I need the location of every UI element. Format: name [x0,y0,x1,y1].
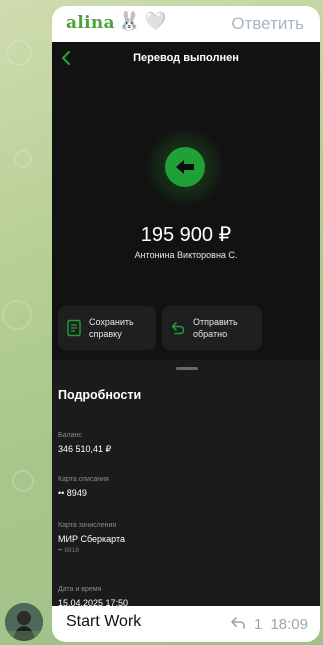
avatar-photo [5,603,43,641]
recipient-name: Антонина Викторовна С. [134,250,238,260]
message-meta: 1 18:09 [230,616,308,633]
drag-handle[interactable] [176,367,198,370]
wallpaper-doodle [2,300,32,330]
message-footer: Start Work 1 18:09 [52,606,320,642]
bunny-emoji: 🐰 [118,11,141,32]
credit-card-value: МИР Сберкарта [58,534,126,544]
debit-card-label: Карта списания [58,476,109,483]
left-arrow-icon [176,160,194,174]
balance-value: 346 510,41 ₽ [58,444,112,454]
message-time: 18:09 [270,616,308,633]
datetime-label: Дата и время [58,586,102,593]
transfer-topbar: Перевод выполнен [52,42,320,76]
return-arrow-icon [171,322,185,335]
save-receipt-label: Сохранить справку [89,317,134,339]
avatar[interactable] [5,603,43,641]
white-heart-emoji: 🤍 [144,11,167,32]
credit-card-number: •• 8818 [58,547,79,554]
debit-card-value: •• 8949 [58,488,87,498]
forward-count: 1 [253,616,263,633]
wallpaper-doodle [12,470,34,492]
credit-card-label: Карта зачисления [58,522,117,529]
reply-button[interactable]: Ответить [231,14,304,34]
sender-name[interactable]: alina [66,13,115,33]
transfer-amount: 195 900 ₽ [140,224,232,246]
datetime-value: 15.04.2025 17:50 [58,598,129,606]
send-back-label: Отправить обратно [193,317,238,339]
message-bubble[interactable]: alina 🐰 🤍 Ответить Перевод выполнен 195 … [52,6,320,642]
transfer-title: Перевод выполнен [133,52,239,64]
wallpaper-doodle [6,40,32,66]
forward-icon [230,617,245,629]
document-icon [67,319,81,337]
message-header: alina 🐰 🤍 Ответить [52,6,320,40]
wallpaper-doodle [14,150,32,168]
save-receipt-button[interactable]: Сохранить справку [58,306,156,350]
balance-label: Баланс [58,432,82,439]
message-caption: Start Work [66,613,142,630]
status-circle [165,147,205,187]
details-sheet[interactable]: Подробности Баланс 346 510,41 ₽ Карта сп… [52,360,320,606]
details-title: Подробности [58,388,142,402]
screenshot-image[interactable]: Перевод выполнен 195 900 ₽ Антонина Викт… [52,42,320,606]
send-back-button[interactable]: Отправить обратно [162,306,262,350]
